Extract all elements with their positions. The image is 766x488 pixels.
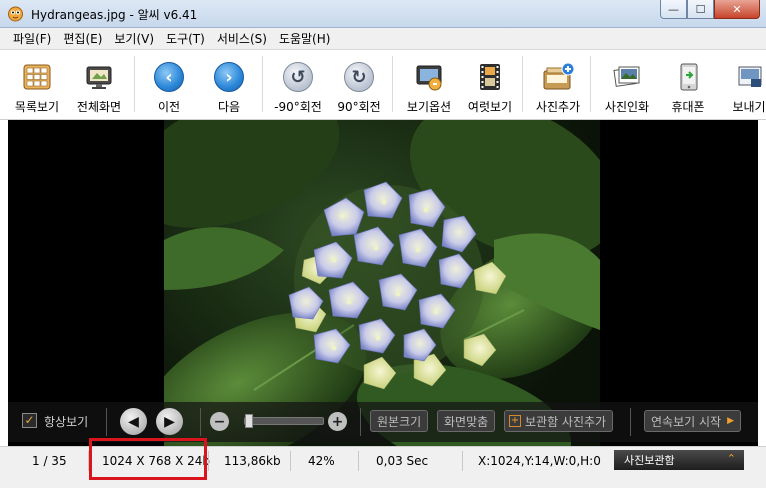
previous-label: 이전	[157, 100, 181, 114]
multi-view-button[interactable]: 여럿보기	[457, 50, 523, 118]
previous-button[interactable]: ‹ 이전	[136, 50, 202, 118]
hydrangea-image	[164, 120, 600, 446]
film-strip-icon	[473, 60, 507, 94]
add-to-album-button[interactable]: + 보관함 사진추가	[504, 410, 614, 432]
grid-thumbnails-icon	[20, 60, 54, 94]
status-divider	[290, 451, 291, 471]
play-arrow-icon: ▶	[727, 416, 734, 426]
viewer-controls: ✓ 항상보기 ◀ ▶ − + 원본크기 화면맞춤 + 보관함 사진추가 연속보기…	[8, 402, 758, 442]
send-label: 보내기	[732, 100, 766, 114]
toolbar-divider	[392, 56, 393, 112]
fullscreen-button[interactable]: 전체화면	[66, 50, 132, 118]
rotate-right-button[interactable]: ↻ 90°회전	[326, 50, 392, 118]
original-size-button[interactable]: 원본크기	[370, 410, 429, 432]
chevron-up-icon: ⌃	[726, 452, 736, 465]
toolbar: 목록보기 전체화면 ‹ 이전 › 다음 ↺ -90°회전 ↻ 90°회전 보기옵…	[0, 50, 766, 120]
file-size: 113,86kb	[224, 454, 281, 468]
phone-button[interactable]: 휴대폰	[655, 50, 721, 118]
status-bar: 1 / 35 1024 X 768 X 24b 113,86kb 42% 0,0…	[0, 446, 766, 474]
image-index: 1 / 35	[32, 454, 67, 468]
rotate-left-label: -90°회전	[274, 100, 322, 114]
cursor-info: X:1024,Y:14,W:0,H:0	[478, 454, 601, 468]
status-divider	[208, 451, 209, 471]
arrow-left-icon: ‹	[154, 62, 184, 92]
menu-edit[interactable]: 편집(E)	[57, 30, 108, 47]
hydrangea-photo[interactable]	[164, 120, 600, 446]
multi-view-label: 여럿보기	[467, 100, 513, 114]
menu-view[interactable]: 보기(V)	[108, 30, 160, 47]
rotate-right-icon: ↻	[344, 62, 374, 92]
status-divider	[462, 451, 463, 471]
status-divider	[88, 451, 89, 471]
photo-print-icon	[610, 60, 644, 94]
phone-label: 휴대폰	[671, 100, 705, 114]
album-plus-icon: +	[509, 415, 521, 427]
next-button[interactable]: › 다음	[196, 50, 262, 118]
arrow-right-icon: ›	[214, 62, 244, 92]
mobile-phone-icon	[671, 60, 705, 94]
toolbar-divider	[590, 56, 591, 112]
close-button[interactable]: ✕	[714, 0, 760, 19]
image-dimensions: 1024 X 768 X 24b	[102, 454, 211, 468]
album-add-icon	[541, 60, 575, 94]
maximize-button[interactable]: ☐	[687, 0, 714, 19]
list-view-button[interactable]: 목록보기	[4, 50, 70, 118]
slideshow-start-button[interactable]: 연속보기 시작 ▶	[644, 410, 741, 432]
fullscreen-label: 전체화면	[76, 100, 122, 114]
fit-screen-button[interactable]: 화면맞춤	[437, 410, 496, 432]
slideshow-start-label: 연속보기 시작	[651, 414, 722, 429]
toolbar-divider	[134, 56, 135, 112]
photo-album-label: 사진보관함	[624, 454, 675, 467]
minimize-button[interactable]: —	[660, 0, 687, 19]
fullscreen-monitor-icon	[82, 60, 116, 94]
zoom-slider-thumb[interactable]	[245, 414, 253, 428]
zoom-out-icon[interactable]: −	[210, 412, 229, 431]
status-divider	[358, 451, 359, 471]
view-options-label: 보기옵션	[406, 100, 452, 114]
window-controls: — ☐ ✕	[660, 0, 760, 19]
controls-divider	[106, 408, 107, 436]
image-viewer[interactable]	[8, 120, 758, 446]
menu-services[interactable]: 서비스(S)	[211, 30, 273, 47]
always-view-checkbox[interactable]: ✓	[22, 413, 37, 428]
view-options-icon	[412, 60, 446, 94]
alsee-app-icon[interactable]	[7, 5, 24, 22]
always-view-label: 항상보기	[44, 415, 89, 429]
zoom-slider[interactable]	[244, 417, 324, 425]
next-label: 다음	[217, 100, 241, 114]
add-photo-label: 사진추가	[535, 100, 581, 114]
print-photo-button[interactable]: 사진인화	[594, 50, 660, 118]
rotate-left-button[interactable]: ↺ -90°회전	[265, 50, 331, 118]
window-bottom-edge	[0, 474, 766, 488]
controls-divider	[360, 408, 361, 436]
controls-divider	[200, 408, 201, 436]
toolbar-divider	[522, 56, 523, 112]
view-options-button[interactable]: 보기옵션	[396, 50, 462, 118]
zoom-level: 42%	[308, 454, 335, 468]
send-button[interactable]: 보내기	[716, 50, 766, 118]
prev-image-icon[interactable]: ◀	[120, 408, 147, 435]
window-title: Hydrangeas.jpg - 알씨 v6.41	[31, 8, 198, 22]
add-to-album-label: 보관함 사진추가	[525, 414, 607, 429]
photo-album-tab[interactable]: 사진보관함 ⌃	[614, 450, 744, 470]
load-time: 0,03 Sec	[376, 454, 429, 468]
menu-tools[interactable]: 도구(T)	[160, 30, 211, 47]
add-photo-button[interactable]: 사진추가	[525, 50, 591, 118]
print-photo-label: 사진인화	[604, 100, 650, 114]
list-view-label: 목록보기	[14, 100, 60, 114]
toolbar-divider	[262, 56, 263, 112]
menu-file[interactable]: 파일(F)	[7, 30, 57, 47]
send-photo-icon	[732, 60, 766, 94]
menu-bar: 파일(F) 편집(E) 보기(V) 도구(T) 서비스(S) 도움말(H)	[0, 28, 766, 50]
rotate-right-label: 90°회전	[337, 100, 381, 114]
controls-divider	[630, 408, 631, 436]
zoom-in-icon[interactable]: +	[328, 412, 347, 431]
menu-help[interactable]: 도움말(H)	[273, 30, 337, 47]
next-image-icon[interactable]: ▶	[156, 408, 183, 435]
title-bar: Hydrangeas.jpg - 알씨 v6.41 — ☐ ✕	[0, 0, 766, 28]
rotate-left-icon: ↺	[283, 62, 313, 92]
